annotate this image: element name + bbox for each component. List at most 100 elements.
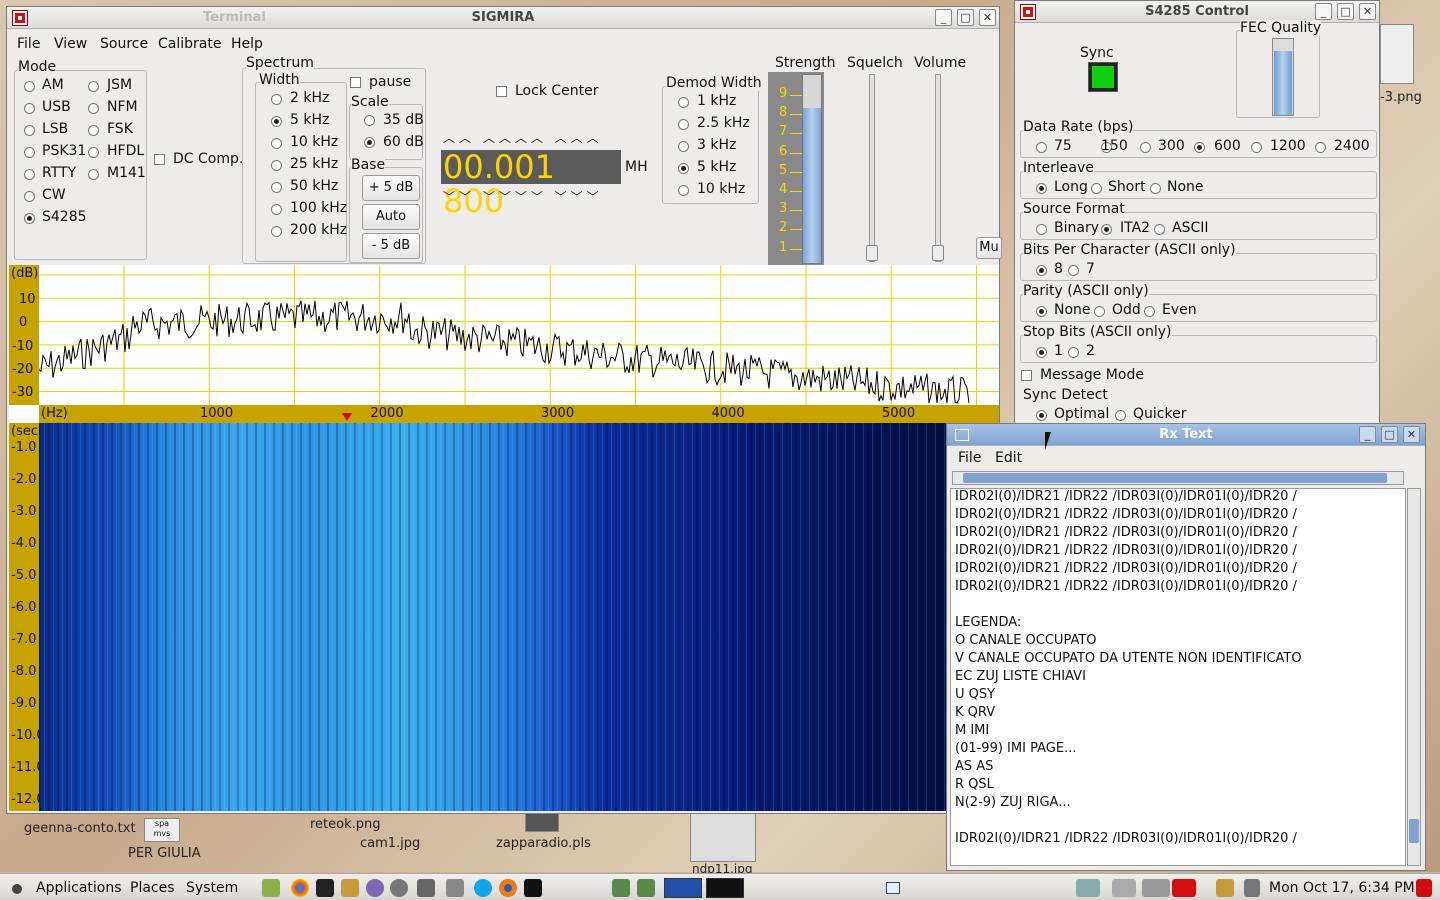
workspace-3[interactable] — [1142, 879, 1170, 897]
menu-applications[interactable]: Applications — [36, 880, 122, 896]
mode-radio-usb[interactable] — [24, 103, 35, 114]
file-manager-icon[interactable] — [262, 879, 280, 897]
message-mode-checkbox[interactable] — [1021, 370, 1032, 381]
desktop-icon-reteok[interactable]: reteok.png — [310, 817, 381, 832]
freq-up-arrows[interactable]: ︿︿ ︿︿︿︿ ︿︿︿ — [443, 129, 603, 146]
parity-radio-0[interactable] — [1036, 306, 1047, 317]
demod-radio-2[interactable] — [678, 141, 689, 152]
parity-radio-1[interactable] — [1094, 306, 1105, 317]
data-rate-radio-0[interactable] — [1036, 142, 1047, 153]
data-rate-radio-3[interactable] — [1194, 142, 1205, 153]
close-icon[interactable]: ✕ — [979, 9, 996, 26]
vertical-scrollbar[interactable] — [1407, 488, 1421, 866]
maximize-icon[interactable]: □ — [1337, 3, 1354, 20]
width-radio-3[interactable] — [271, 160, 282, 171]
width-radio-4[interactable] — [271, 182, 282, 193]
rxtext-menu-file[interactable]: File — [958, 450, 981, 466]
skype-icon[interactable] — [474, 879, 492, 897]
parity-radio-2[interactable] — [1144, 306, 1155, 317]
mode-radio-rtty[interactable] — [24, 169, 35, 180]
squelch-thumb[interactable] — [866, 245, 878, 261]
menu-system[interactable]: System — [186, 880, 238, 896]
mute-button[interactable]: Mu — [976, 237, 1002, 259]
menu-file[interactable]: File — [17, 36, 40, 52]
interleave-radio-2[interactable] — [1150, 183, 1161, 194]
rxtext-content[interactable]: IDR02I(0)/IDR21 /IDR22 /IDR03I(0)/IDR01I… — [950, 488, 1406, 866]
menu-calibrate[interactable]: Calibrate — [158, 36, 221, 52]
bits-radio-0[interactable] — [1036, 265, 1047, 276]
source-format-radio-0[interactable] — [1036, 224, 1047, 235]
terminal-icon[interactable] — [316, 879, 334, 897]
menu-view[interactable]: View — [54, 36, 87, 52]
app-icon-12[interactable] — [637, 879, 655, 897]
demod-radio-0[interactable] — [678, 97, 689, 108]
scale-35-radio[interactable] — [364, 115, 375, 126]
menu-source[interactable]: Source — [100, 36, 148, 52]
stop-bits-radio-0[interactable] — [1036, 347, 1047, 358]
maximize-icon[interactable]: □ — [1381, 426, 1398, 443]
freq-down-arrows[interactable]: ﹀﹀ ﹀﹀﹀﹀ ﹀﹀﹀ — [443, 188, 603, 205]
menu-help[interactable]: Help — [231, 36, 263, 52]
desktop-icon-cam1[interactable]: cam1.jpg — [360, 836, 420, 851]
source-format-radio-1[interactable] — [1101, 224, 1112, 235]
show-desktop-icon[interactable] — [886, 882, 900, 894]
width-radio-2[interactable] — [271, 138, 282, 149]
width-radio-0[interactable] — [271, 94, 282, 105]
interleave-radio-1[interactable] — [1091, 183, 1102, 194]
s4285-titlebar[interactable]: S4285 Control _ □ ✕ — [1015, 1, 1379, 23]
interleave-radio-0[interactable] — [1036, 183, 1047, 194]
mode-radio-jsm[interactable] — [88, 81, 99, 92]
desktop-icon-geenna[interactable]: geenna-conto.txt — [24, 821, 136, 836]
tray-icon[interactable] — [1216, 879, 1234, 897]
app-icon-6[interactable] — [417, 879, 435, 897]
desktop-thumbnail-ndp11[interactable] — [690, 812, 756, 862]
sync-detect-radio-1[interactable] — [1115, 410, 1126, 421]
sync-detect-radio-0[interactable] — [1036, 410, 1047, 421]
rxtext-menu-edit[interactable]: Edit — [995, 450, 1022, 466]
frequency-display[interactable]: 00.001 800 — [441, 150, 621, 218]
workspace-2[interactable] — [1112, 879, 1136, 897]
minimize-icon[interactable]: _ — [1359, 426, 1376, 443]
mode-radio-m141[interactable] — [88, 169, 99, 180]
maximize-icon[interactable]: □ — [957, 9, 974, 26]
demod-radio-4[interactable] — [678, 185, 689, 196]
rxtext-titlebar[interactable]: Rx Text _ □ ✕ — [947, 424, 1425, 446]
firefox-icon[interactable] — [499, 879, 517, 897]
menu-places[interactable]: Places — [130, 880, 175, 896]
data-rate-radio-2[interactable] — [1140, 142, 1151, 153]
mode-radio-fsk[interactable] — [88, 125, 99, 136]
clock[interactable]: Mon Oct 17, 6:34 PM — [1269, 880, 1415, 896]
squelch-slider[interactable] — [869, 74, 875, 262]
tuning-marker-icon[interactable] — [342, 413, 352, 421]
mode-radio-psk31[interactable] — [24, 147, 35, 158]
source-format-radio-2[interactable] — [1154, 224, 1165, 235]
at-icon[interactable] — [390, 879, 408, 897]
horizontal-scrollbar[interactable] — [952, 471, 1404, 485]
demod-radio-3[interactable] — [678, 163, 689, 174]
width-radio-6[interactable] — [271, 226, 282, 237]
pause-checkbox[interactable] — [350, 77, 361, 88]
lock-center-checkbox[interactable] — [496, 86, 507, 97]
mode-radio-cw[interactable] — [24, 191, 35, 202]
width-radio-1[interactable] — [271, 116, 282, 127]
desktop-icon-label[interactable]: -3.png — [1380, 90, 1422, 105]
chrome-icon[interactable] — [291, 879, 309, 897]
horizontal-scroll-thumb[interactable] — [963, 473, 1387, 483]
scale-60-radio[interactable] — [364, 137, 375, 148]
vertical-scroll-thumb[interactable] — [1409, 819, 1419, 843]
gnome-foot-icon[interactable] — [8, 879, 26, 897]
volume-icon[interactable] — [1244, 879, 1260, 897]
mode-radio-s4285[interactable] — [24, 213, 35, 224]
width-radio-5[interactable] — [271, 204, 282, 215]
spa-thumbnail[interactable]: spa mvs — [144, 818, 180, 842]
audio-file-icon[interactable] — [525, 812, 559, 832]
desktop-icon-zapparadio[interactable]: zapparadio.pls — [496, 836, 591, 851]
volume-thumb[interactable] — [932, 245, 944, 261]
volume-slider[interactable] — [935, 74, 941, 262]
workspace-1[interactable] — [1076, 879, 1100, 897]
base-plus-button[interactable]: + 5 dB — [362, 175, 420, 201]
spectrum-plot[interactable] — [9, 265, 999, 423]
desktop-thumbnail[interactable] — [1380, 24, 1414, 84]
waterfall-display[interactable] — [39, 423, 947, 811]
stop-bits-radio-1[interactable] — [1068, 347, 1079, 358]
